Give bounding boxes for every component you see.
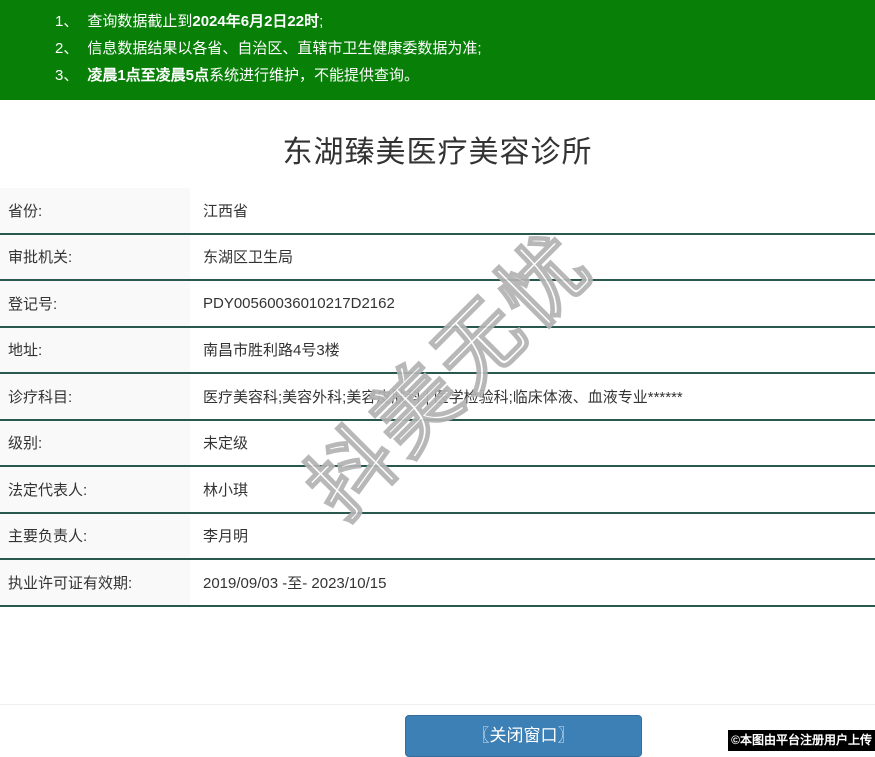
row-value: 未定级 (203, 435, 249, 453)
row-value: 南昌市胜利路4号3楼 (203, 342, 340, 360)
row-label: 诊疗科目: (0, 374, 190, 419)
notice-bar: 1、 查询数据截止到2024年6月2日22时; 2、 信息数据结果以各省、自治区、直… (0, 0, 875, 100)
table-row-legal-representative: 法定代表人: 林小琪 (0, 467, 875, 514)
row-label: 地址: (0, 327, 190, 372)
notice-text: 信息数据结果以各省、自治区、直辖市卫生健康委数据为准; (87, 40, 482, 57)
upload-badge: ©本图由平台注册用户上传 (728, 730, 875, 751)
table-row-level: 级别: 未定级 (0, 420, 875, 467)
row-label: 主要负责人: (0, 513, 190, 558)
table-row-province: 省份: 江西省 (0, 188, 875, 235)
notice-text-bold: 2024年6月2日22时 (192, 13, 320, 30)
clinic-info-table: 省份: 江西省 审批机关: 东湖区卫生局 登记号: PDY00560036010… (0, 188, 875, 607)
notice-number: 2、 (55, 40, 79, 57)
notice-number: 1、 (55, 13, 79, 30)
table-row-address: 地址: 南昌市胜利路4号3楼 (0, 327, 875, 374)
row-label: 登记号: (0, 281, 190, 326)
footer-divider (0, 704, 875, 705)
notice-text-bold: 凌晨1点至凌晨5点 (87, 67, 210, 84)
table-row-medical-subjects: 诊疗科目: 医疗美容科;美容外科;美容皮肤科 | 医学检验科;临床体液、血液专业… (0, 374, 875, 421)
row-value: 江西省 (203, 202, 249, 220)
row-label: 法定代表人: (0, 467, 190, 512)
row-value: 医疗美容科;美容外科;美容皮肤科 | 医学检验科;临床体液、血液专业****** (203, 388, 683, 406)
row-value: 2019/09/03 -至- 2023/10/15 (203, 574, 387, 592)
row-label: 审批机关: (0, 234, 190, 279)
row-value: 东湖区卫生局 (203, 249, 294, 267)
notice-text: 查询数据截止到 (87, 13, 193, 30)
notice-line-3: 3、 凌晨1点至凌晨5点系统进行维护，不能提供查询。 (55, 62, 865, 89)
notice-line-2: 2、 信息数据结果以各省、自治区、直辖市卫生健康委数据为准; (55, 35, 865, 62)
table-row-registration-number: 登记号: PDY00560036010217D2162 (0, 281, 875, 328)
table-row-approval-authority: 审批机关: 东湖区卫生局 (0, 234, 875, 281)
row-label: 省份: (0, 188, 190, 233)
notice-text: ; (319, 13, 324, 30)
row-label: 级别: (0, 420, 190, 465)
table-row-license-validity: 执业许可证有效期: 2019/09/03 -至- 2023/10/15 (0, 560, 875, 607)
row-value: 李月明 (203, 528, 249, 546)
table-row-person-in-charge: 主要负责人: 李月明 (0, 513, 875, 560)
row-label: 执业许可证有效期: (0, 560, 190, 605)
row-value: 林小琪 (203, 481, 249, 499)
notice-number: 3、 (55, 67, 79, 84)
row-value: PDY00560036010217D2162 (203, 294, 395, 312)
page-title: 东湖臻美医疗美容诊所 (282, 136, 593, 169)
notice-text: 系统进行维护，不能提供查询。 (209, 67, 420, 84)
notice-line-1: 1、 查询数据截止到2024年6月2日22时; (55, 8, 865, 35)
